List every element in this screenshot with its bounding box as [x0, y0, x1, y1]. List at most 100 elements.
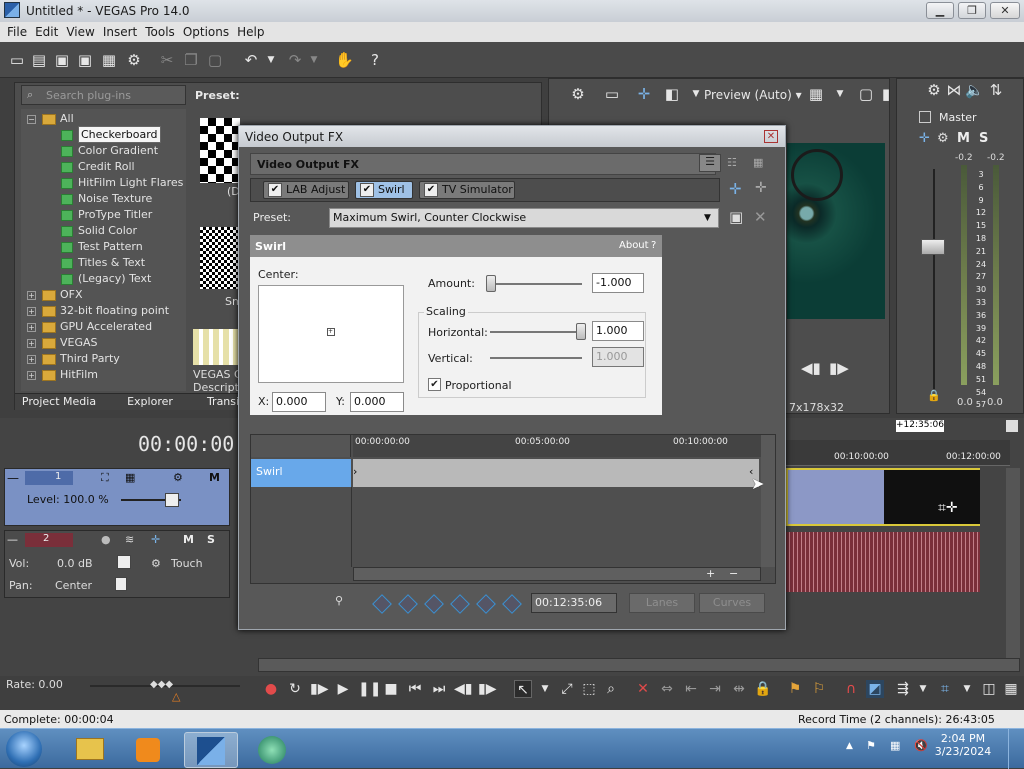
- copy-icon[interactable]: ❐: [182, 51, 200, 69]
- timeline-vscroll[interactable]: [1006, 468, 1020, 658]
- track-fx-icon[interactable]: ▦: [125, 471, 135, 484]
- checkbox-icon[interactable]: ✔: [268, 183, 282, 197]
- dialog-close-button[interactable]: ✕: [764, 130, 778, 143]
- preset-dropdown[interactable]: Maximum Swirl, Counter Clockwise ▼: [329, 208, 719, 228]
- next-frame-icon[interactable]: ▮▶: [829, 359, 849, 377]
- taskbar-media-player-icon[interactable]: [122, 732, 176, 768]
- tab-transitions[interactable]: Transi: [203, 394, 243, 410]
- audio-clip-waveform[interactable]: [786, 532, 980, 592]
- delete-keyframe-icon[interactable]: [502, 594, 522, 614]
- checkerboard-small-thumbnail[interactable]: [200, 227, 240, 289]
- dropdown-arrow-icon[interactable]: ▼: [704, 209, 711, 227]
- taskbar-vegas-icon[interactable]: [184, 732, 238, 768]
- lanes-button[interactable]: Lanes: [629, 593, 695, 613]
- expand-icon[interactable]: +: [27, 306, 36, 316]
- keyframe-vscroll[interactable]: [761, 435, 775, 567]
- start-button[interactable]: [6, 731, 42, 767]
- expand-icon[interactable]: +: [27, 354, 36, 364]
- center-picker[interactable]: +: [258, 285, 404, 383]
- minimize-button[interactable]: ▁: [926, 2, 954, 19]
- maximize-button[interactable]: ❐: [958, 2, 986, 19]
- mixer-arrows-icon[interactable]: ⋈: [945, 81, 963, 99]
- loop-playback-icon[interactable]: ↻: [286, 680, 304, 698]
- master-fader-knob[interactable]: [921, 239, 945, 255]
- chain-item-swirl[interactable]: ✔ Swirl: [355, 181, 413, 199]
- menu-insert[interactable]: Insert: [99, 22, 141, 39]
- audio-solo-button[interactable]: S: [207, 533, 215, 546]
- split-screen-icon[interactable]: ◧: [663, 85, 681, 103]
- lock-envelopes-icon[interactable]: ⌗: [936, 680, 954, 698]
- network-icon[interactable]: ▦: [890, 739, 900, 752]
- audio-track-header[interactable]: — 2 ● ≋ ✛ M S Vol: 0.0 dB ⚙ Touch Pan: C…: [4, 530, 230, 598]
- record-arm-icon[interactable]: ●: [101, 533, 111, 546]
- automation-gear-icon[interactable]: ⚙: [151, 557, 161, 570]
- y-input[interactable]: 0.000: [350, 392, 404, 412]
- amount-input[interactable]: -1.000: [592, 273, 644, 293]
- open-icon[interactable]: ▤: [30, 51, 48, 69]
- delete-icon[interactable]: ✕: [634, 680, 652, 698]
- paste-icon[interactable]: ▢: [206, 51, 224, 69]
- tree-item-titles-text[interactable]: Titles & Text: [61, 256, 145, 272]
- zoom-tool-icon[interactable]: ⌕: [602, 680, 620, 698]
- expand-icon[interactable]: +: [27, 370, 36, 380]
- overlays-dropdown-icon[interactable]: ▼: [831, 85, 849, 103]
- split-dropdown-icon[interactable]: ▼: [687, 85, 705, 103]
- new-project-icon[interactable]: ▭: [8, 51, 26, 69]
- play-from-start-icon[interactable]: ▮▶: [310, 680, 328, 698]
- speaker-icon[interactable]: 🔈: [965, 81, 984, 99]
- tree-item-legacy-text[interactable]: (Legacy) Text: [61, 272, 151, 288]
- invert-phase-icon[interactable]: ≋: [125, 533, 134, 546]
- menu-help[interactable]: Help: [233, 22, 268, 39]
- track-fx-gear-icon[interactable]: ⚙: [173, 471, 183, 484]
- ignore-grouping-icon[interactable]: ◫: [980, 680, 998, 698]
- proportional-checkbox[interactable]: ✔: [428, 378, 441, 391]
- marker-icon[interactable]: ⚑: [786, 680, 804, 698]
- crop-icon[interactable]: ⌗✛: [938, 500, 958, 516]
- vol-slider-knob[interactable]: [117, 555, 131, 569]
- horizontal-slider-knob[interactable]: [576, 323, 586, 340]
- go-to-end-icon[interactable]: ⏭: [430, 680, 448, 698]
- checkbox-icon[interactable]: ✔: [360, 183, 374, 197]
- taskbar-app-icon[interactable]: [246, 732, 300, 768]
- keyframe-lane[interactable]: › ‹: [353, 459, 759, 487]
- track-mute-button[interactable]: M: [209, 471, 220, 484]
- tab-project-media[interactable]: Project Media: [19, 394, 99, 410]
- chain-item-tv-simulator[interactable]: ✔ TV Simulator: [419, 181, 515, 199]
- menu-tools[interactable]: Tools: [141, 22, 179, 39]
- taskbar-explorer-icon[interactable]: [64, 732, 118, 768]
- panel-more-icon[interactable]: ▮: [877, 85, 895, 103]
- external-monitor-icon[interactable]: ▭: [603, 85, 621, 103]
- next-keyframe-icon[interactable]: [424, 594, 444, 614]
- volume-muted-icon[interactable]: 🔇: [914, 739, 928, 752]
- copy-snapshot-icon[interactable]: ▢: [857, 85, 875, 103]
- expand-icon[interactable]: +: [27, 322, 36, 332]
- redo-dropdown-icon[interactable]: ▼: [305, 51, 323, 69]
- track-motion-icon[interactable]: ⛶: [101, 471, 109, 485]
- horizontal-input[interactable]: 1.000: [592, 321, 644, 341]
- region-icon[interactable]: ⚐: [810, 680, 828, 698]
- last-keyframe-icon[interactable]: [450, 594, 470, 614]
- snapping-magnet-icon[interactable]: ∩: [842, 680, 860, 698]
- solo-button[interactable]: S: [979, 131, 988, 146]
- ripple-dropdown-icon[interactable]: ▼: [914, 680, 932, 698]
- mixer-more-icon[interactable]: ⇅: [987, 81, 1005, 99]
- tree-item-gpu-accelerated[interactable]: + GPU Accelerated: [27, 320, 152, 336]
- zoom-in-icon[interactable]: +: [706, 567, 715, 580]
- tree-item-protype-titler[interactable]: ProType Titler: [61, 208, 152, 224]
- keyframe-hscroll[interactable]: [353, 567, 761, 581]
- record-icon[interactable]: ●: [262, 680, 280, 698]
- keyframe-track-label[interactable]: Swirl: [251, 459, 351, 487]
- tree-item-third-party[interactable]: + Third Party: [27, 352, 120, 368]
- transport-more-icon[interactable]: ▦: [1002, 680, 1020, 698]
- overlays-grid-icon[interactable]: ▦: [807, 85, 825, 103]
- properties-gear-icon[interactable]: ⚙: [125, 51, 143, 69]
- mute-button[interactable]: M: [957, 131, 970, 146]
- video-fx-icon[interactable]: ✛: [635, 85, 653, 103]
- render-icon[interactable]: ▦: [100, 51, 118, 69]
- preview-quality-dropdown[interactable]: Preview (Auto) ▾: [704, 88, 802, 102]
- vegas-checkerboard-thumbnail[interactable]: [193, 329, 243, 365]
- undo-icon[interactable]: ↶: [242, 51, 260, 69]
- tree-item-noise-texture[interactable]: Noise Texture: [61, 192, 152, 208]
- tree-item-color-gradient[interactable]: Color Gradient: [61, 144, 158, 160]
- menu-file[interactable]: File: [3, 22, 31, 39]
